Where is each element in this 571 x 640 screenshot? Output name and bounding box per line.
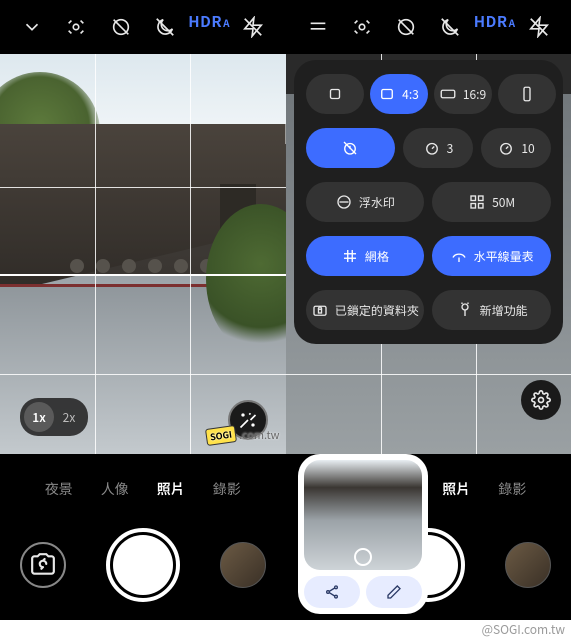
- shutter-button[interactable]: [106, 528, 180, 602]
- preview-image[interactable]: [304, 460, 422, 570]
- top-toolbar: HDRA: [286, 0, 571, 54]
- chevron-down-icon[interactable]: [16, 11, 48, 43]
- zoom-2x[interactable]: 2x: [54, 402, 84, 432]
- watermark-toggle[interactable]: 浮水印: [306, 182, 425, 222]
- timer-10s[interactable]: 10: [481, 128, 551, 168]
- settings-gear-button[interactable]: [521, 380, 561, 420]
- edit-button[interactable]: [366, 576, 422, 608]
- level-toggle[interactable]: 水平線量表: [432, 236, 551, 276]
- image-watermark: SOGI.com.tw: [206, 427, 279, 444]
- timer-3s[interactable]: 3: [403, 128, 473, 168]
- hdr-toggle[interactable]: HDRA: [193, 11, 225, 43]
- top-toolbar: HDRA: [0, 0, 286, 54]
- page-watermark: @SOGI.com.tw: [482, 620, 565, 640]
- gallery-thumbnail[interactable]: [220, 542, 266, 588]
- hdr-sub: A: [509, 15, 516, 30]
- bottom-bar: [0, 510, 286, 620]
- share-button[interactable]: [304, 576, 360, 608]
- quick-settings-panel: 4:3 16:9 3: [294, 60, 564, 344]
- hdr-sub: A: [223, 15, 230, 30]
- camera-screen-settings: HDRA 4:3: [286, 0, 571, 620]
- menu-icon[interactable]: [302, 11, 334, 43]
- viewfinder[interactable]: 1x 2x SOGI.com.tw: [0, 54, 286, 454]
- zoom-1x[interactable]: 1x: [24, 402, 54, 432]
- mode-photo[interactable]: 照片: [157, 479, 185, 499]
- mode-portrait[interactable]: 人像: [101, 479, 129, 499]
- flash-off-icon[interactable]: [523, 11, 555, 43]
- night-off-icon[interactable]: [149, 11, 181, 43]
- locked-folder[interactable]: 已鎖定的資料夾: [306, 290, 425, 330]
- lens-icon[interactable]: [346, 11, 378, 43]
- mode-night[interactable]: 夜景: [45, 479, 73, 499]
- camera-screen-main: HDRA 1x 2x: [0, 0, 286, 620]
- mode-strip: 夜景 人像 照片 錄影: [0, 468, 286, 510]
- timer-off[interactable]: [306, 128, 396, 168]
- hdr-toggle[interactable]: HDRA: [479, 11, 511, 43]
- motion-off-icon[interactable]: [105, 11, 137, 43]
- flash-off-icon[interactable]: [237, 11, 269, 43]
- new-features[interactable]: 新增功能: [432, 290, 551, 330]
- aspect-full[interactable]: [498, 74, 556, 114]
- hdr-label: HDR: [474, 11, 508, 32]
- last-shot-preview: [298, 454, 428, 614]
- mode-video[interactable]: 錄影: [213, 479, 241, 499]
- aspect-1-1[interactable]: [306, 74, 364, 114]
- zoom-selector: 1x 2x: [20, 398, 88, 436]
- aspect-4-3[interactable]: 4:3: [370, 74, 428, 114]
- hdr-label: HDR: [188, 11, 222, 32]
- mode-video[interactable]: 錄影: [498, 479, 526, 499]
- switch-camera-button[interactable]: [20, 542, 66, 588]
- aspect-16-9[interactable]: 16:9: [434, 74, 492, 114]
- lens-icon[interactable]: [60, 11, 92, 43]
- grid-toggle[interactable]: 網格: [306, 236, 425, 276]
- megapixel-toggle[interactable]: 50M: [432, 182, 551, 222]
- night-off-icon[interactable]: [434, 11, 466, 43]
- motion-off-icon[interactable]: [390, 11, 422, 43]
- mode-photo[interactable]: 照片: [442, 479, 470, 499]
- gallery-thumbnail[interactable]: [505, 542, 551, 588]
